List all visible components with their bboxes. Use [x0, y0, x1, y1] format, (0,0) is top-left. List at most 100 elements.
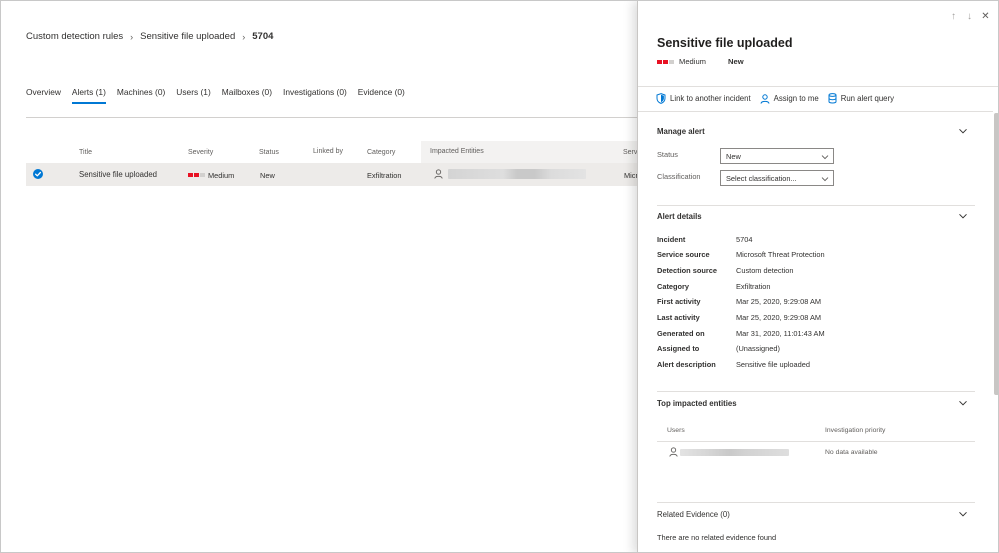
related-evidence-section-title[interactable]: Related Evidence (0) — [657, 510, 730, 519]
row-status: New — [260, 171, 275, 180]
link-to-incident-label: Link to another incident — [670, 94, 751, 103]
detail-value-service-source: Microsoft Threat Protection — [736, 250, 825, 259]
entities-users-header: Users — [667, 427, 685, 434]
entities-priority-header: Investigation priority — [825, 427, 886, 434]
detail-value-category: Exfiltration — [736, 282, 771, 291]
row-title[interactable]: Sensitive file uploaded — [79, 170, 157, 179]
tab-alerts[interactable]: Alerts (1) — [71, 87, 106, 104]
tab-evidence[interactable]: Evidence (0) — [358, 87, 405, 103]
tab-investigations[interactable]: Investigations (0) — [283, 87, 347, 103]
severity-indicator — [188, 173, 205, 177]
manage-alert-section-title[interactable]: Manage alert — [657, 127, 705, 136]
severity-bar-filled — [663, 59, 668, 64]
row-severity: Medium — [208, 171, 235, 180]
row-category: Exfiltration — [367, 171, 402, 180]
alerts-table-header: Title Severity Status Linked by Category… — [26, 141, 639, 163]
detail-value-first-activity: Mar 25, 2020, 9:29:08 AM — [736, 297, 822, 306]
panel-severity-label: Medium — [679, 57, 707, 66]
arrow-up-icon[interactable]: ↑ — [949, 12, 958, 22]
breadcrumb-current: 5704 — [252, 31, 274, 42]
section-divider — [657, 502, 975, 503]
panel-status-label: New — [728, 57, 744, 66]
detail-label-generated-on: Generated on — [657, 329, 705, 338]
classification-field-label: Classification — [657, 172, 701, 181]
detail-label-assigned-to: Assigned to — [657, 344, 700, 353]
column-header-title[interactable]: Title — [79, 149, 92, 156]
column-header-status[interactable]: Status — [259, 149, 279, 156]
detail-label-alert-description: Alert description — [657, 360, 716, 369]
chevron-down-icon[interactable] — [958, 509, 968, 519]
alert-details-panel: ↑ ↓ ✕ Sensitive file uploaded Medium New… — [637, 1, 998, 552]
chevron-down-icon — [821, 177, 829, 182]
link-to-incident-button[interactable]: Link to another incident — [656, 93, 751, 104]
breadcrumb-rule-name[interactable]: Sensitive file uploaded — [140, 31, 235, 42]
chevron-down-icon[interactable] — [958, 211, 968, 221]
detail-value-detection-source: Custom detection — [736, 266, 794, 275]
arrow-down-icon[interactable]: ↓ — [965, 12, 974, 22]
redacted-entity — [448, 169, 586, 179]
status-field-label: Status — [657, 150, 678, 159]
top-impacted-entities-section-title[interactable]: Top impacted entities — [657, 399, 737, 408]
detail-label-first-activity: First activity — [657, 297, 701, 306]
column-header-severity[interactable]: Severity — [188, 149, 213, 156]
column-header-linked-by[interactable]: Linked by — [313, 148, 343, 155]
tabs-divider — [26, 117, 638, 118]
detail-value-incident: 5704 — [736, 235, 753, 244]
table-row[interactable]: Sensitive file uploaded Medium New Exfil… — [26, 163, 638, 186]
detail-label-last-activity: Last activity — [657, 313, 700, 322]
column-header-impacted-entities[interactable]: Impacted Entities — [430, 148, 484, 155]
breadcrumb-custom-detection-rules[interactable]: Custom detection rules — [26, 31, 123, 42]
detail-label-service-source: Service source — [657, 250, 710, 259]
app-window: Custom detection rules › Sensitive file … — [0, 0, 999, 553]
related-evidence-empty: There are no related evidence found — [657, 533, 777, 542]
panel-nav-controls: ↑ ↓ ✕ — [949, 12, 990, 22]
alert-details-section-title[interactable]: Alert details — [657, 212, 702, 221]
panel-scrollbar[interactable] — [994, 113, 998, 395]
run-alert-query-label: Run alert query — [840, 94, 895, 103]
chevron-right-icon: › — [130, 31, 134, 42]
actions-divider-bottom — [638, 111, 993, 112]
classification-dropdown-value: Select classification... — [726, 174, 797, 183]
detail-value-alert-description: Sensitive file uploaded — [736, 360, 810, 369]
entities-header-divider — [657, 441, 975, 442]
tab-overview[interactable]: Overview — [26, 87, 61, 103]
panel-action-bar: Link to another incident Assign to me Ru… — [656, 93, 903, 104]
classification-dropdown[interactable]: Select classification... — [720, 170, 834, 186]
column-header-category[interactable]: Category — [367, 149, 395, 156]
detail-value-last-activity: Mar 25, 2020, 9:29:08 AM — [736, 313, 822, 322]
severity-indicator — [657, 59, 674, 64]
redacted-user[interactable] — [680, 449, 789, 456]
run-alert-query-button[interactable]: Run alert query — [828, 93, 894, 104]
chevron-down-icon[interactable] — [958, 398, 968, 408]
severity-bar-empty — [669, 59, 674, 64]
breadcrumb: Custom detection rules › Sensitive file … — [26, 31, 273, 42]
checkmark-circle-icon[interactable] — [33, 169, 43, 179]
actions-divider-top — [638, 86, 998, 87]
tab-bar: Overview Alerts (1) Machines (0) Users (… — [26, 87, 416, 104]
detail-label-incident: Incident — [657, 235, 686, 244]
panel-severity-status: Medium New — [657, 57, 744, 66]
assign-to-me-button[interactable]: Assign to me — [760, 93, 819, 104]
row-service-source: Micr — [624, 171, 638, 180]
detail-label-detection-source: Detection source — [657, 266, 717, 275]
panel-title: Sensitive file uploaded — [657, 36, 793, 50]
tab-machines[interactable]: Machines (0) — [117, 87, 165, 103]
severity-bar-empty — [200, 173, 205, 177]
status-dropdown-value: New — [726, 152, 741, 161]
query-icon — [828, 93, 837, 104]
assign-to-me-label: Assign to me — [773, 94, 819, 103]
tab-mailboxes[interactable]: Mailboxes (0) — [222, 87, 272, 103]
chevron-down-icon[interactable] — [958, 126, 968, 136]
entities-no-data: No data available — [825, 449, 878, 456]
user-icon — [434, 169, 443, 179]
shield-icon — [656, 93, 666, 104]
close-icon[interactable]: ✕ — [981, 12, 990, 22]
detail-value-assigned-to: (Unassigned) — [736, 344, 780, 353]
section-divider — [657, 205, 975, 206]
detail-label-category: Category — [657, 282, 690, 291]
severity-bar-filled — [657, 59, 662, 64]
chevron-down-icon — [821, 155, 829, 160]
tab-users[interactable]: Users (1) — [176, 87, 210, 103]
status-dropdown[interactable]: New — [720, 148, 834, 164]
section-divider — [657, 391, 975, 392]
